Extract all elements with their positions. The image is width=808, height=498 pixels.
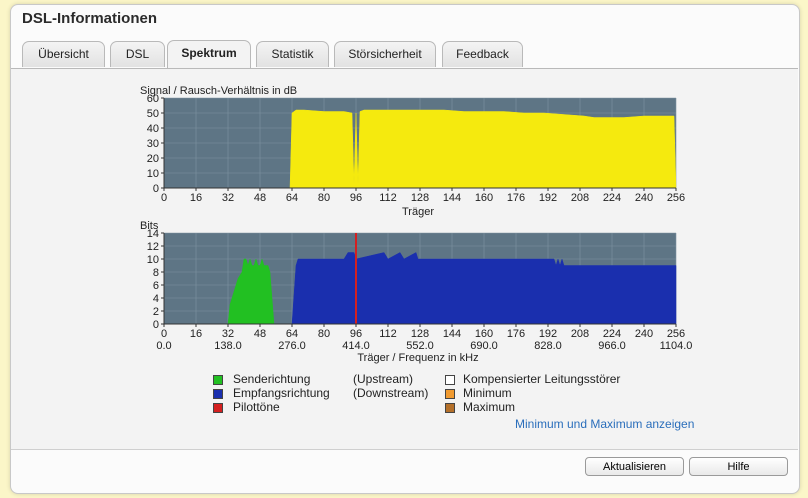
freq-tick-label: 0.0 — [156, 340, 171, 352]
minimum-swatch — [445, 389, 455, 399]
legend-downstream-label: Empfangsrichtung — [233, 386, 330, 400]
bits-ytick-label: 12 — [147, 241, 159, 253]
maximum-swatch — [445, 403, 455, 413]
freq-tick-label: 1104.0 — [660, 340, 693, 352]
snr-xtick-label: 208 — [571, 192, 589, 204]
snr-xtick-label: 64 — [286, 192, 298, 204]
snr-ytick-label: 20 — [147, 153, 159, 165]
downstream-swatch — [213, 389, 223, 399]
freq-tick-label: 276.0 — [278, 340, 306, 352]
upstream-swatch — [213, 375, 223, 385]
snr-ytick-label: 30 — [147, 138, 159, 150]
legend-downstream-note: (Downstream) — [353, 386, 429, 400]
snr-ytick-label: 0 — [153, 183, 159, 195]
bits-ytick-label: 2 — [153, 306, 159, 318]
snr-xtick-label: 32 — [222, 192, 234, 204]
bits-xtick-label: 192 — [539, 328, 557, 340]
bits-xlabel: Träger / Frequenz in kHz — [357, 352, 478, 364]
bits-chart: 02468101214 0 16 32 48 64 80 96 112 128 144 160 176 1… — [147, 228, 693, 352]
snr-xtick-label: 112 — [379, 192, 397, 204]
freq-tick-label: 138.0 — [214, 340, 242, 352]
snr-xtick-label: 48 — [254, 192, 266, 204]
bits-ytick-label: 8 — [153, 267, 159, 279]
snr-xtick-label: 160 — [475, 192, 493, 204]
snr-xtick-label: 192 — [539, 192, 557, 204]
bits-xtick-label: 0 — [161, 328, 167, 340]
snr-xtick-label: 128 — [411, 192, 429, 204]
pilot-swatch — [213, 403, 223, 413]
bits-ytick-label: 0 — [153, 319, 159, 331]
snr-chart: 01020304050600 16 32 48 64 80 96 112 128 144 160 17… — [147, 93, 685, 204]
bits-xtick-label: 128 — [411, 328, 429, 340]
bits-xtick-label: 160 — [475, 328, 493, 340]
snr-xtick-label: 256 — [667, 192, 685, 204]
freq-tick-label: 966.0 — [598, 340, 626, 352]
snr-xtick-label: 16 — [190, 192, 202, 204]
bits-xtick-label: 112 — [379, 328, 397, 340]
snr-xtick-label: 176 — [507, 192, 525, 204]
freq-tick-label: 414.0 — [342, 340, 370, 352]
bits-xtick-label: 96 — [350, 328, 362, 340]
snr-area — [289, 109, 677, 189]
tab-spektrum[interactable]: Spektrum — [167, 40, 251, 68]
snr-xlabel: Träger — [402, 206, 434, 218]
snr-xtick-label: 224 — [603, 192, 621, 204]
bits-xtick-label: 80 — [318, 328, 330, 340]
bits-ytick-label: 6 — [153, 280, 159, 292]
bits-xtick-label: 48 — [254, 328, 266, 340]
snr-xtick-label: 80 — [318, 192, 330, 204]
freq-tick-label: 552.0 — [406, 340, 434, 352]
bits-xtick-label: 256 — [667, 328, 685, 340]
legend-pilot-label: Pilottöne — [233, 400, 280, 414]
legend-upstream-label: Senderichtung — [233, 372, 311, 386]
legend-upstream-note: (Upstream) — [353, 372, 414, 386]
legend-compensated-label: Kompensierter Leitungsstörer — [463, 372, 621, 386]
bits-xtick-label: 16 — [190, 328, 202, 340]
show-min-max-link[interactable]: Minimum und Maximum anzeigen — [515, 417, 694, 431]
bits-xtick-label: 208 — [571, 328, 589, 340]
snr-ytick-label: 40 — [147, 123, 159, 135]
help-button[interactable]: Hilfe — [689, 457, 788, 476]
bits-xtick-label: 176 — [507, 328, 525, 340]
bits-xtick-label: 32 — [222, 328, 234, 340]
snr-ytick-label: 60 — [147, 93, 159, 105]
bits-xtick-label: 224 — [603, 328, 621, 340]
legend-minimum-label: Minimum — [463, 386, 512, 400]
bits-xtick-label: 240 — [635, 328, 653, 340]
bits-ytick-label: 10 — [147, 254, 159, 266]
bits-xtick-label: 144 — [443, 328, 461, 340]
freq-tick-label: 690.0 — [470, 340, 498, 352]
snr-xtick-label: 0 — [161, 192, 167, 204]
snr-xtick-label: 144 — [443, 192, 461, 204]
snr-xtick-label: 96 — [350, 192, 362, 204]
bits-ytick-label: 4 — [153, 293, 159, 305]
compensated-swatch — [445, 375, 455, 385]
bits-xtick-label: 64 — [286, 328, 298, 340]
freq-tick-label: 828.0 — [534, 340, 562, 352]
bits-ytick-label: 14 — [147, 228, 159, 240]
legend-maximum-label: Maximum — [463, 400, 516, 414]
snr-xtick-label: 240 — [635, 192, 653, 204]
snr-ytick-label: 50 — [147, 108, 159, 120]
footer-divider — [11, 449, 798, 450]
snr-ytick-label: 10 — [147, 168, 159, 180]
refresh-button[interactable]: Aktualisieren — [585, 457, 684, 476]
snr-ylabel: Signal / Rausch-Verhältnis in dB — [140, 85, 297, 97]
